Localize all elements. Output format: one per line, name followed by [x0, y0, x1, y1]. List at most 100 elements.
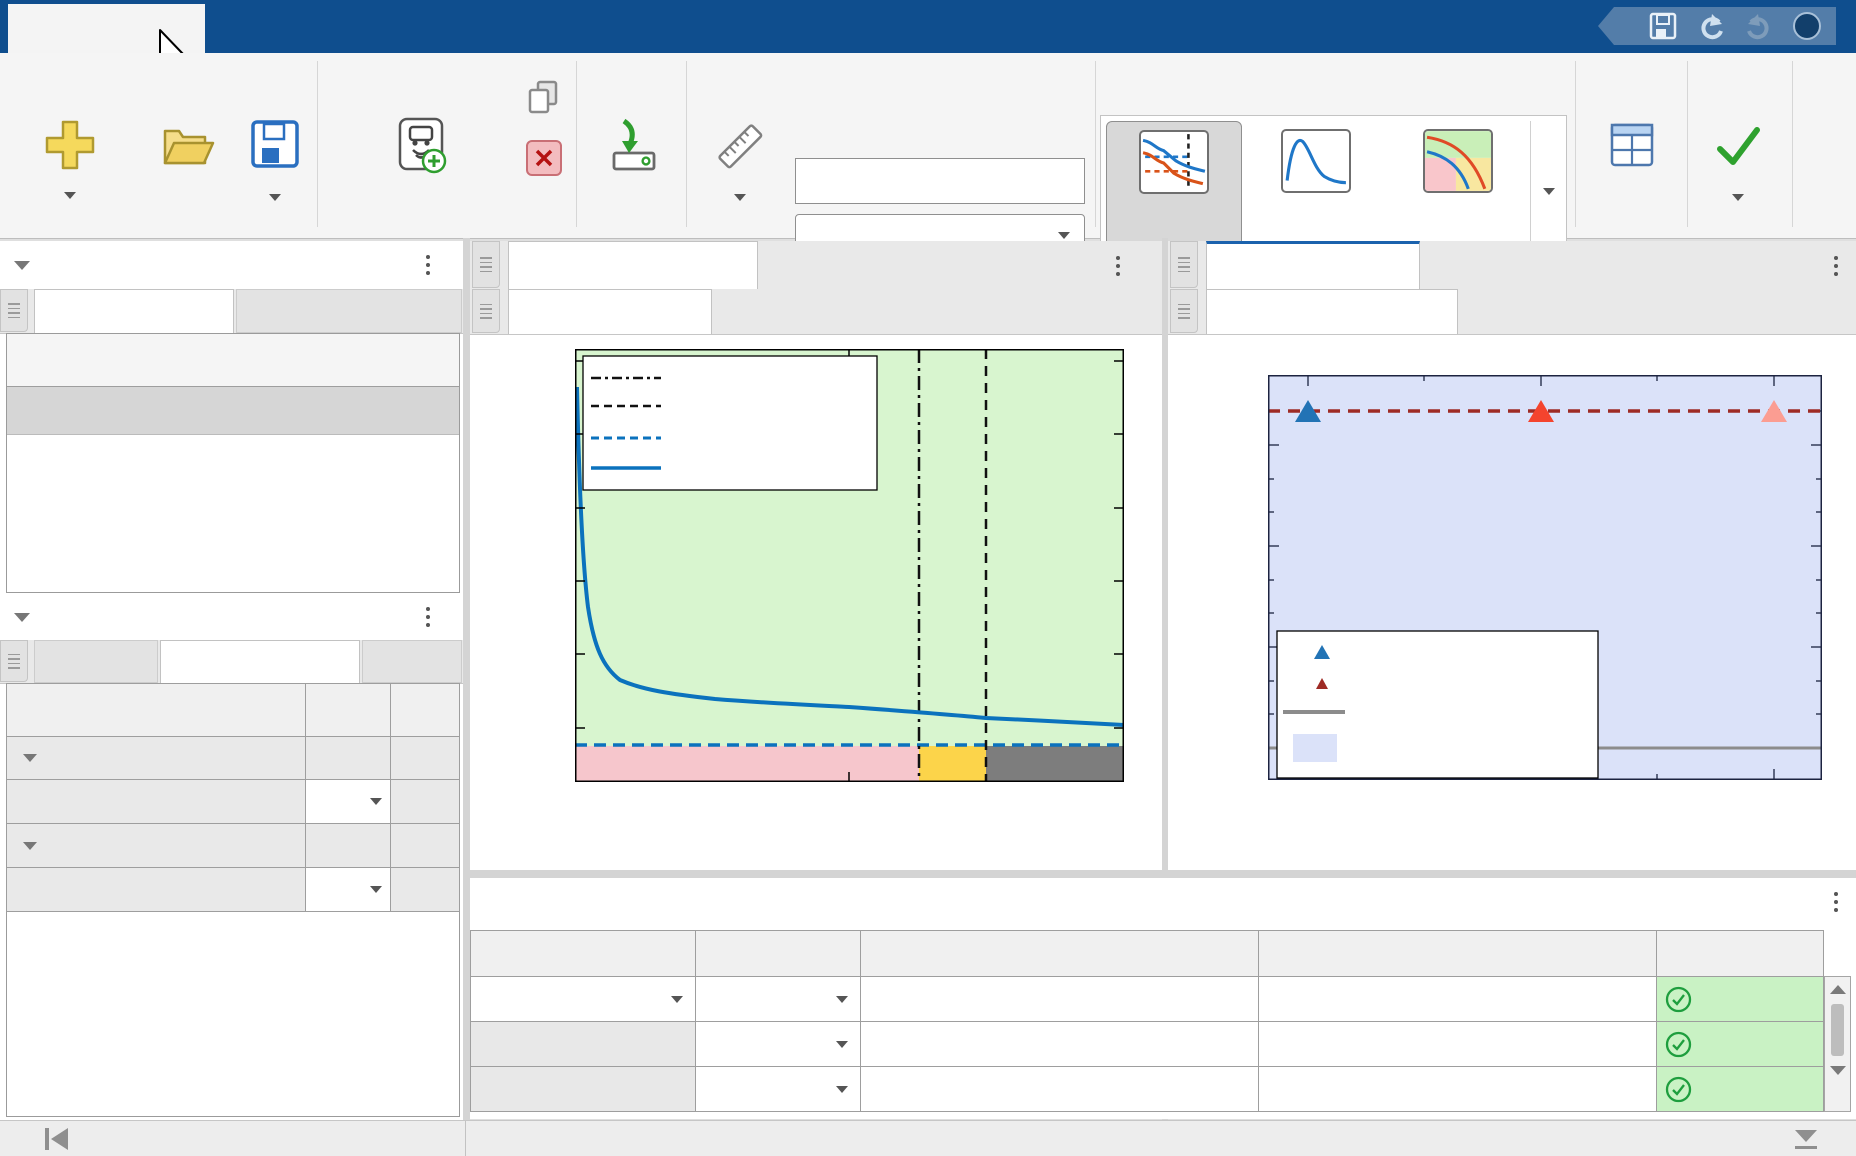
help-icon[interactable] — [1792, 11, 1822, 41]
results-scrollbar[interactable] — [1824, 976, 1851, 1112]
import-button[interactable] — [588, 117, 678, 183]
tab-target[interactable] — [362, 640, 462, 683]
objective-cell[interactable] — [1258, 1021, 1657, 1067]
dropdown-arrow-icon — [671, 996, 683, 1003]
snr-vs-range-icon — [1139, 130, 1209, 194]
cnr-vs-range-icon — [1281, 129, 1351, 193]
tab-selected-radar[interactable] — [1206, 241, 1420, 289]
snr-chart-plot[interactable] — [575, 349, 1124, 782]
tab-radar-comparison[interactable] — [508, 241, 758, 289]
import-icon — [604, 117, 662, 183]
metric-ruler-icon — [711, 117, 769, 183]
col-units — [390, 683, 460, 737]
ribbon-divider — [1095, 61, 1096, 227]
name-column-header[interactable] — [7, 334, 459, 387]
units-dropdown[interactable] — [695, 1066, 861, 1112]
title-bar — [0, 0, 1856, 53]
objective-cell[interactable] — [1258, 976, 1657, 1022]
undo-icon[interactable] — [1696, 12, 1726, 40]
collapse-bottom-panel-icon[interactable] — [1788, 1126, 1824, 1154]
tab-antenna-library[interactable] — [236, 289, 462, 333]
param-row-group[interactable] — [6, 823, 306, 868]
tab-environment[interactable] — [160, 640, 360, 683]
ribbon-divider — [1575, 61, 1576, 227]
collapse-section-icon[interactable] — [14, 261, 30, 270]
tab-snr-vs-range[interactable] — [508, 289, 712, 334]
collapse-left-panel-icon[interactable] — [40, 1126, 76, 1152]
pd-constraint-input[interactable] — [795, 158, 1085, 204]
sub-tab-bar — [1168, 289, 1856, 335]
ribbon-divider — [1792, 61, 1793, 227]
gallery-item-snr-vs-range[interactable] — [1106, 121, 1242, 261]
save-session-button[interactable] — [244, 117, 306, 207]
library-tab-bar — [0, 289, 463, 334]
results-col-metric — [470, 930, 696, 977]
units-dropdown[interactable] — [695, 1021, 861, 1067]
new-session-icon — [42, 117, 98, 183]
tab-scenario-geometry[interactable] — [1206, 289, 1458, 334]
threshold-cell[interactable] — [860, 976, 1259, 1022]
redo-icon[interactable] — [1744, 12, 1774, 40]
metric-dropdown[interactable] — [470, 1066, 696, 1112]
panel-menu-icon[interactable] — [425, 255, 431, 275]
drag-handle[interactable] — [0, 289, 28, 332]
pass-check-icon — [1665, 1076, 1692, 1103]
collapse-section-icon[interactable] — [14, 613, 30, 622]
param-row-precipitation-type[interactable] — [6, 867, 306, 912]
panel-menu-icon[interactable] — [425, 607, 431, 627]
ribbon-divider — [1687, 61, 1688, 227]
vertical-splitter[interactable] — [463, 238, 470, 1120]
param-row-free-space[interactable] — [6, 779, 306, 824]
drag-handle[interactable] — [1170, 289, 1198, 333]
statusbar-divider — [465, 1121, 466, 1156]
gallery-item-cnr-vs-range[interactable] — [1248, 121, 1384, 261]
ribbon-divider — [686, 61, 687, 227]
copy-icon[interactable] — [522, 78, 566, 120]
panel-menu-icon[interactable] — [1833, 256, 1839, 276]
open-session-button[interactable] — [128, 117, 244, 183]
radar-designer-app — [0, 0, 1856, 1156]
scroll-up-icon[interactable] — [1830, 985, 1846, 994]
drag-handle[interactable] — [472, 289, 500, 333]
drag-handle[interactable] — [1170, 241, 1198, 288]
free-space-dropdown[interactable] — [305, 779, 391, 824]
default-layout-button[interactable] — [1580, 117, 1684, 183]
result-value-cell — [1656, 1066, 1824, 1112]
drag-handle[interactable] — [472, 241, 500, 288]
tab-radar-library[interactable] — [34, 289, 234, 333]
new-session-button[interactable] — [14, 117, 126, 209]
delete-icon[interactable] — [524, 138, 564, 178]
doc-tab-bar — [1168, 241, 1856, 290]
save-icon[interactable] — [1648, 11, 1678, 41]
threshold-cell[interactable] — [860, 1066, 1259, 1112]
scroll-down-icon[interactable] — [1830, 1066, 1846, 1075]
open-session-icon — [157, 117, 215, 183]
collapse-row-icon[interactable] — [23, 754, 37, 762]
param-cell — [305, 736, 391, 780]
add-automotive-radar-button[interactable] — [330, 117, 512, 183]
metric-dropdown[interactable] — [470, 976, 696, 1022]
radar-list-item[interactable] — [7, 387, 459, 435]
export-button[interactable] — [1690, 117, 1786, 207]
param-row-group[interactable] — [6, 736, 306, 780]
collapse-row-icon[interactable] — [23, 842, 37, 850]
gallery-item-pd-vs-range[interactable] — [1390, 121, 1526, 261]
threshold-cell[interactable] — [860, 1021, 1259, 1067]
metric-dropdown[interactable] — [470, 1021, 696, 1067]
horizontal-splitter[interactable] — [470, 870, 1856, 878]
drag-handle[interactable] — [0, 640, 28, 682]
radar-antenna-header — [0, 241, 463, 289]
scenario-geometry-plot[interactable] — [1268, 375, 1822, 780]
panel-menu-icon[interactable] — [1833, 892, 1839, 912]
units-dropdown[interactable] — [695, 976, 861, 1022]
objective-cell[interactable] — [1258, 1066, 1657, 1112]
param-cell — [390, 823, 460, 868]
panel-menu-icon[interactable] — [1115, 256, 1121, 276]
gallery-more-arrow-icon[interactable] — [1543, 188, 1555, 195]
tab-radar[interactable] — [34, 640, 158, 683]
metric-button[interactable] — [694, 117, 786, 207]
precipitation-type-dropdown[interactable] — [305, 867, 391, 912]
save-session-icon — [248, 117, 302, 183]
parameters-header — [0, 593, 463, 641]
scrollbar-thumb[interactable] — [1831, 1004, 1844, 1056]
